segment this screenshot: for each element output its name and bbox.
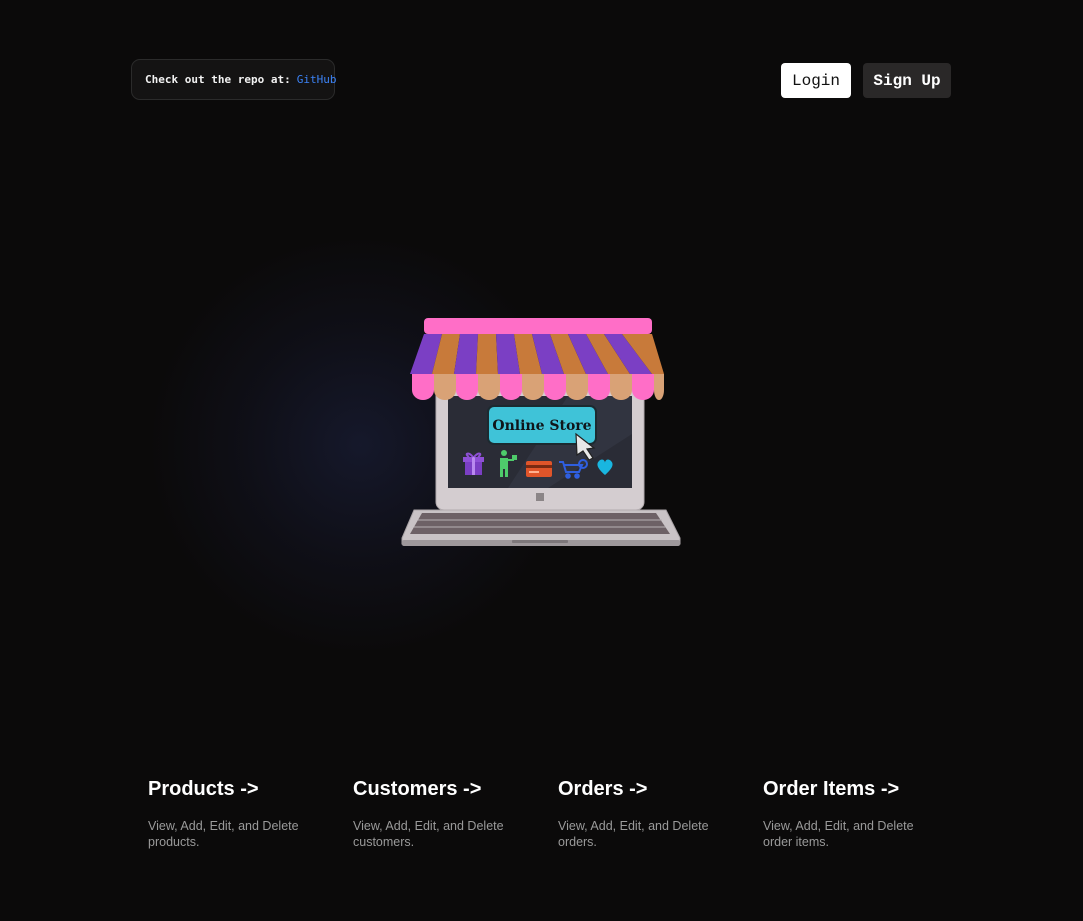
login-button[interactable]: Login: [781, 63, 851, 98]
page: Check out the repo at: GitHub Login Sign…: [0, 0, 1083, 921]
signup-button[interactable]: Sign Up: [863, 63, 951, 98]
card-description: View, Add, Edit, and Delete order items.: [763, 819, 914, 849]
feature-cards: Products -> View, Add, Edit, and Delete …: [148, 776, 948, 850]
store-sign-text: Online Store: [492, 418, 591, 434]
repo-banner: Check out the repo at: GitHub: [131, 59, 337, 100]
card-title: Customers ->: [353, 778, 482, 800]
github-link[interactable]: GitHub: [297, 73, 337, 86]
online-store-illustration: Online Store: [401, 318, 681, 546]
credit-card-icon: [526, 461, 552, 477]
card-description: View, Add, Edit, and Delete orders.: [558, 819, 709, 849]
customers-card[interactable]: Customers -> View, Add, Edit, and Delete…: [353, 776, 558, 850]
products-card[interactable]: Products -> View, Add, Edit, and Delete …: [148, 776, 353, 850]
card-title: Products ->: [148, 778, 259, 800]
card-description: View, Add, Edit, and Delete products.: [148, 819, 299, 849]
order-items-card[interactable]: Order Items -> View, Add, Edit, and Dele…: [763, 776, 968, 850]
card-description: View, Add, Edit, and Delete customers.: [353, 819, 504, 849]
keyboard: [410, 513, 670, 534]
awning: [410, 334, 664, 400]
card-title: Orders ->: [558, 778, 648, 800]
repo-text: Check out the repo at:: [145, 73, 291, 86]
orders-card[interactable]: Orders -> View, Add, Edit, and Delete or…: [558, 776, 763, 850]
card-title: Order Items ->: [763, 778, 900, 800]
